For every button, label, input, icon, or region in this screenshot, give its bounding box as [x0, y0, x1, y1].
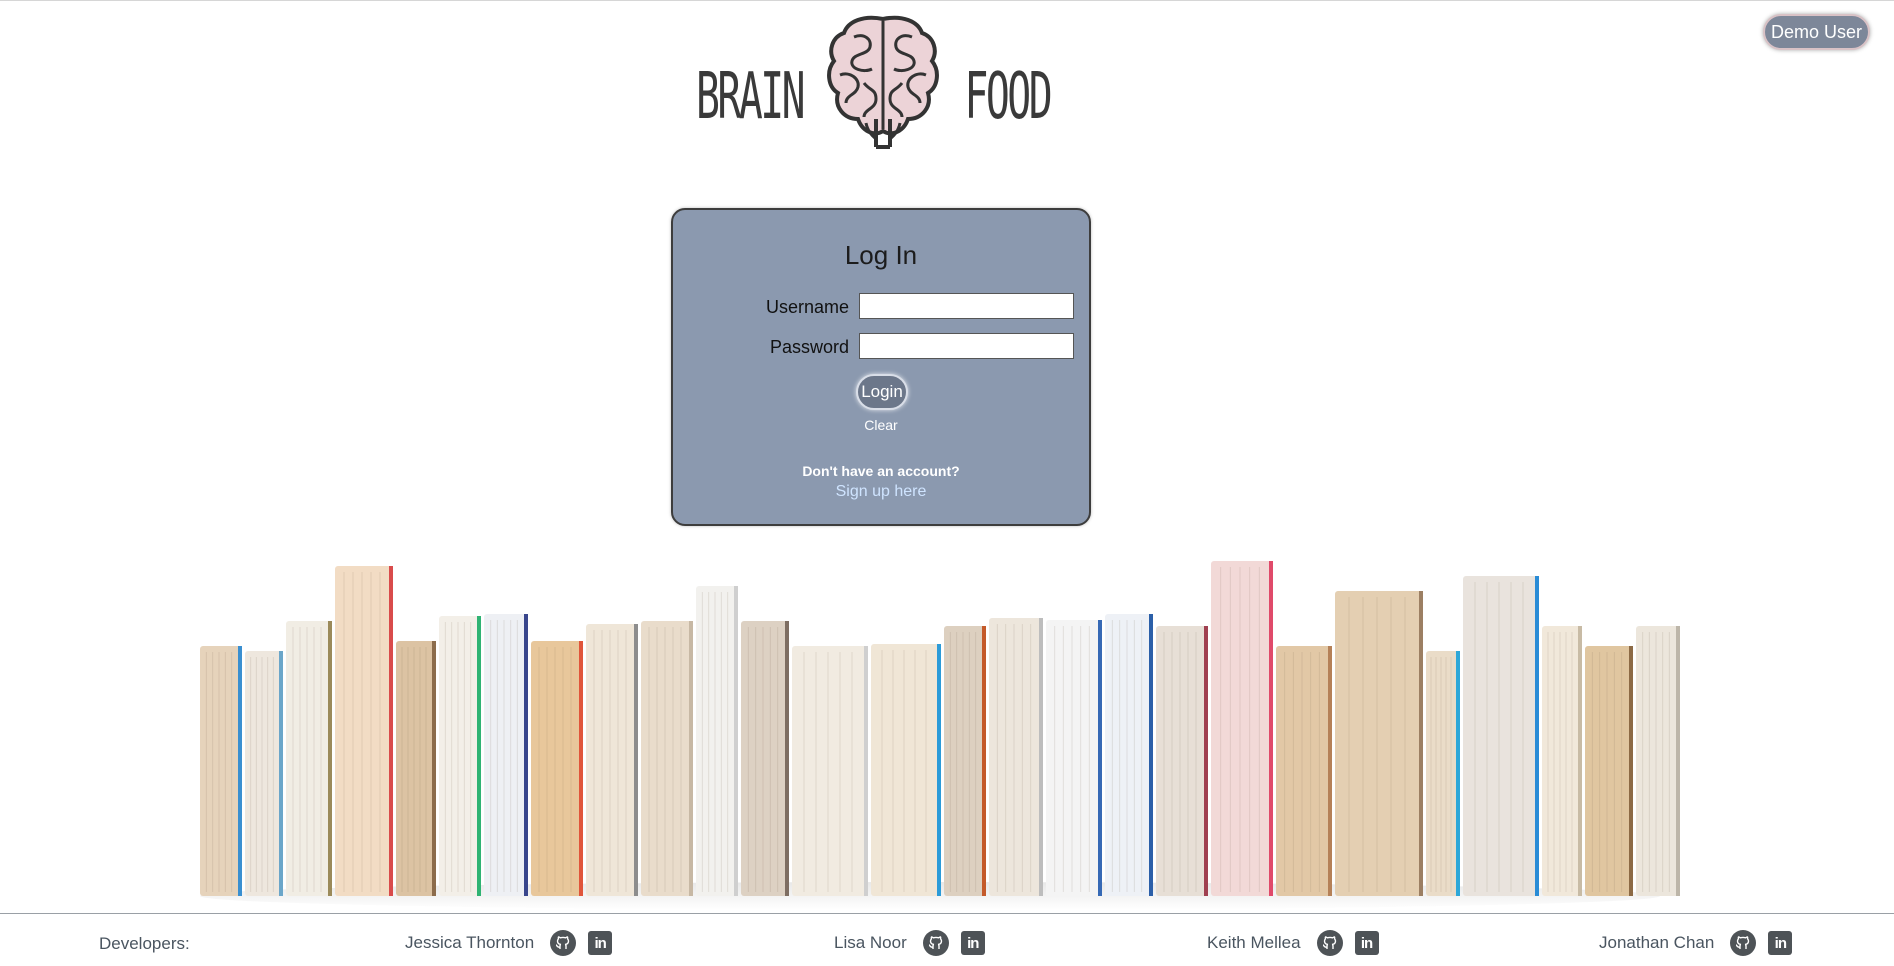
book-cover-edge	[1149, 614, 1153, 896]
logo-word-food: FOOD	[964, 60, 1052, 134]
book-cover-edge	[389, 566, 393, 896]
developer-name: Jessica Thornton	[405, 933, 535, 952]
book-cover-edge	[1328, 646, 1332, 896]
developer-entry: Jonathan Chan in	[1599, 928, 1793, 958]
developer-entry: Keith Mellea in	[1207, 928, 1379, 958]
username-label: Username	[765, 297, 849, 317]
book-cover-edge	[864, 646, 868, 896]
book-cover-edge	[1578, 626, 1582, 896]
book-cover-edge	[1456, 651, 1460, 896]
password-label: Password	[769, 337, 849, 357]
login-button[interactable]: Login	[856, 374, 908, 410]
github-icon[interactable]	[1730, 930, 1757, 956]
book-cover-edge	[785, 621, 789, 896]
password-input[interactable]	[859, 333, 1074, 359]
linkedin-icon[interactable]: in	[588, 931, 613, 955]
footer: Developers: Jessica Thornton in Lisa Noo…	[0, 913, 1894, 966]
logo-word-brain: BRAIN	[696, 60, 806, 134]
linkedin-icon[interactable]: in	[960, 931, 985, 955]
book-cover-edge	[982, 626, 986, 896]
book-spines	[200, 561, 1680, 896]
book-cover-edge	[734, 586, 738, 896]
book-cover-edge	[1039, 618, 1043, 896]
signup-link[interactable]: Sign up here	[673, 483, 1089, 501]
login-card: Log In Username Password Login Clear Don…	[671, 208, 1091, 526]
brain-icon	[827, 15, 939, 149]
book-cover-edge	[937, 644, 941, 896]
demo-user-button[interactable]: Demo User	[1762, 14, 1870, 50]
book-spine	[1463, 576, 1539, 896]
book-cover-edge	[1269, 561, 1273, 896]
book-cover-edge	[432, 641, 436, 896]
book-cover-edge	[579, 641, 583, 896]
login-page: Demo User BRAIN FOOD Log In Username Pas…	[0, 0, 1894, 966]
username-input[interactable]	[859, 293, 1074, 319]
bookshelf-image	[200, 561, 1680, 910]
linkedin-icon[interactable]: in	[1768, 931, 1793, 955]
book-cover-edge	[689, 621, 693, 896]
linkedin-glyph: in	[1774, 934, 1787, 952]
linkedin-glyph: in	[1360, 934, 1373, 952]
developer-name: Lisa Noor	[834, 933, 907, 952]
book-cover-edge	[634, 624, 638, 896]
no-account-text: Don't have an account?	[802, 463, 960, 479]
book-cover-edge	[1629, 646, 1633, 896]
login-title: Log In	[844, 240, 918, 270]
book-cover-edge	[1098, 620, 1102, 896]
github-icon[interactable]	[550, 930, 577, 956]
linkedin-glyph: in	[594, 934, 606, 952]
book-spine	[1335, 591, 1423, 896]
linkedin-icon[interactable]: in	[1354, 931, 1379, 955]
book-spine	[792, 646, 868, 896]
developer-entry: Jessica Thornton in	[405, 928, 613, 958]
developer-name: Keith Mellea	[1207, 933, 1301, 952]
book-cover-edge	[328, 621, 332, 896]
book-cover-edge	[1676, 626, 1680, 896]
password-row: Password	[673, 333, 1089, 361]
book-cover-edge	[477, 616, 481, 896]
github-icon[interactable]	[922, 930, 949, 956]
book-cover-edge	[1535, 576, 1539, 896]
linkedin-glyph: in	[967, 934, 979, 952]
clear-link[interactable]: Clear	[673, 417, 1089, 433]
developer-name: Jonathan Chan	[1599, 933, 1715, 952]
book-cover-edge	[1204, 626, 1208, 896]
book-cover-edge	[238, 646, 242, 896]
book-cover-edge	[279, 651, 283, 896]
github-icon[interactable]	[1316, 930, 1343, 956]
username-row: Username	[673, 293, 1089, 321]
brain-food-logo: BRAIN FOOD	[696, 13, 1052, 155]
book-cover-edge	[1419, 591, 1423, 896]
developer-entry: Lisa Noor in	[834, 928, 985, 958]
developers-label: Developers:	[99, 934, 190, 953]
book-cover-edge	[524, 614, 528, 896]
